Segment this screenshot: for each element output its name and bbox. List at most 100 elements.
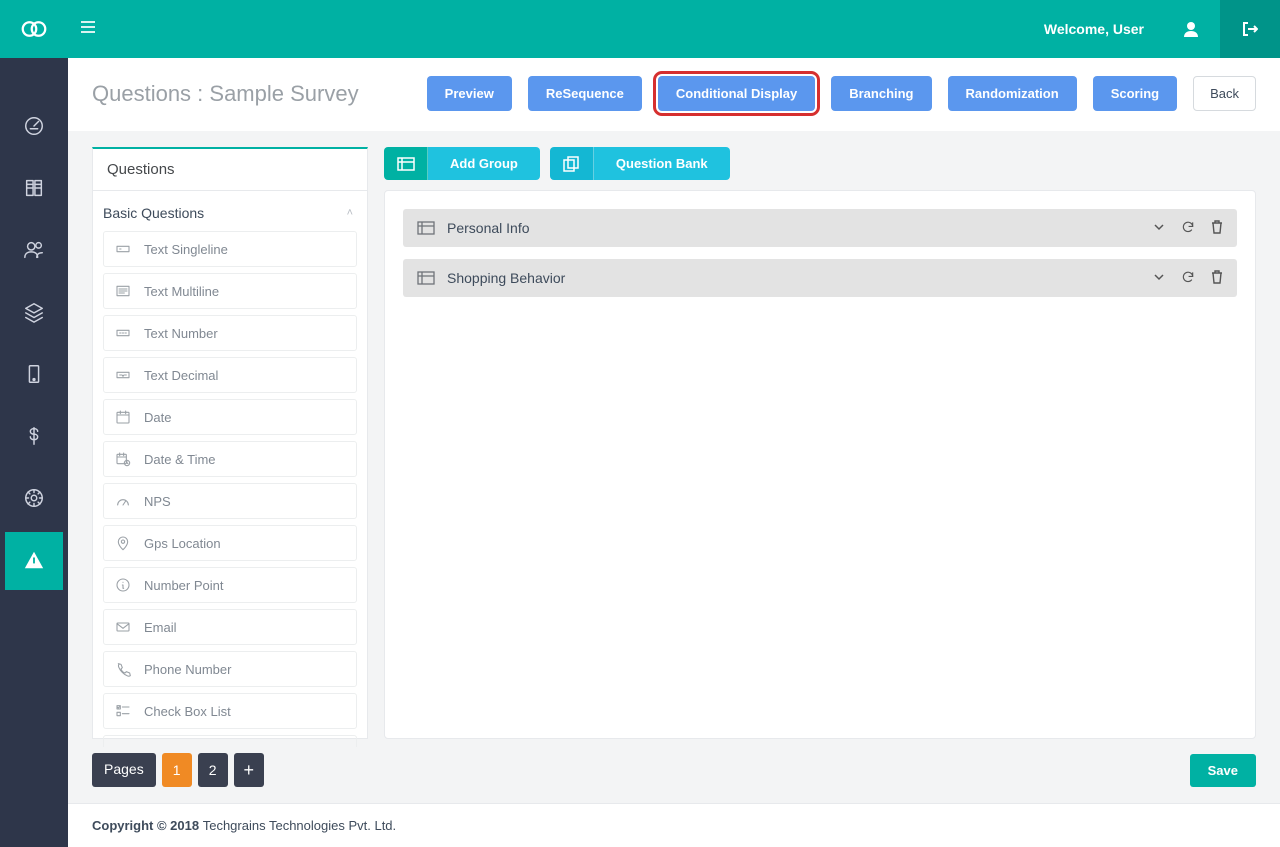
chevron-down-icon[interactable] [1153, 220, 1165, 236]
trash-icon[interactable] [1211, 220, 1223, 237]
paginator: Pages 12 + [92, 753, 264, 787]
question-type-item[interactable]: Text Decimal [103, 357, 357, 393]
question-type-item[interactable]: Text Multiline [103, 273, 357, 309]
chevron-down-icon[interactable] [1153, 270, 1165, 286]
group-icon [384, 147, 428, 180]
question-type-label: Email [144, 620, 177, 635]
question-type-label: Date [144, 410, 171, 425]
question-bank-button[interactable]: Question Bank [550, 147, 730, 180]
resequence-button[interactable]: ReSequence [528, 76, 642, 111]
top-bar: Welcome, User [0, 0, 1280, 58]
book-icon [23, 177, 45, 202]
question-types-panel: Questions Basic Questions ˄ Text Singlel… [92, 147, 368, 739]
question-type-item[interactable]: NPS [103, 483, 357, 519]
panel-title: Questions [93, 149, 367, 191]
question-type-item[interactable]: Number Point [103, 567, 357, 603]
support-nav-item[interactable] [5, 470, 63, 528]
group-label: Shopping Behavior [447, 270, 565, 286]
layers-icon [23, 301, 45, 326]
back-button[interactable]: Back [1193, 76, 1256, 111]
calendar-icon [114, 408, 132, 426]
location-pin-icon [114, 534, 132, 552]
page-button[interactable]: 1 [162, 753, 192, 787]
trash-icon[interactable] [1211, 270, 1223, 287]
dashboard-icon [23, 115, 45, 140]
question-type-label: Text Number [144, 326, 218, 341]
branching-button[interactable]: Branching [831, 76, 931, 111]
question-type-label: Phone Number [144, 662, 231, 677]
page-title-prefix: Questions : [92, 81, 209, 106]
checkbox-list-icon [114, 702, 132, 720]
dashboard-nav-item[interactable] [5, 98, 63, 156]
question-bank-label: Question Bank [594, 147, 730, 180]
text-number-icon [114, 324, 132, 342]
question-type-item[interactable]: Date & Time [103, 441, 357, 477]
menu-toggle-button[interactable] [68, 20, 108, 38]
scoring-button[interactable]: Scoring [1093, 76, 1177, 111]
workspace-toolbar: Add Group Question Bank [384, 147, 1256, 180]
question-type-label: Date & Time [144, 452, 216, 467]
page-button[interactable]: 2 [198, 753, 228, 787]
question-type-label: Check Box List [144, 704, 231, 719]
section-title-row[interactable]: Basic Questions ˄ [93, 191, 367, 231]
question-group-row[interactable]: Personal Info [403, 209, 1237, 247]
question-type-item[interactable]: Gps Location [103, 525, 357, 561]
question-type-item[interactable]: Check Box List [103, 693, 357, 729]
phone-icon [114, 660, 132, 678]
question-type-label: Gps Location [144, 536, 221, 551]
conditional-display-button[interactable]: Conditional Display [658, 76, 815, 111]
logout-button[interactable] [1220, 0, 1280, 58]
users-nav-item[interactable] [5, 222, 63, 280]
group-icon [417, 219, 435, 237]
alert-icon [23, 549, 45, 574]
left-nav [0, 58, 68, 847]
randomization-button[interactable]: Randomization [948, 76, 1077, 111]
copy-icon [550, 147, 594, 180]
question-group-row[interactable]: Shopping Behavior [403, 259, 1237, 297]
page-title-subject: Sample Survey [209, 81, 358, 106]
question-type-item[interactable]: Text Singleline [103, 231, 357, 267]
dollar-nav-item[interactable] [5, 408, 63, 466]
welcome-text: Welcome, User [1026, 0, 1162, 58]
text-multiline-icon [114, 282, 132, 300]
preview-button[interactable]: Preview [427, 76, 512, 111]
users-icon [23, 239, 45, 264]
question-type-item[interactable]: Check Box List With Other [103, 735, 357, 747]
text-decimal-icon [114, 366, 132, 384]
logo-icon [19, 14, 49, 44]
add-page-button[interactable]: + [234, 753, 264, 787]
add-group-button[interactable]: Add Group [384, 147, 540, 180]
footer-company: Techgrains Technologies Pvt. Ltd. [203, 818, 396, 833]
support-icon [23, 487, 45, 512]
question-type-label: NPS [144, 494, 171, 509]
groups-canvas: Personal Info Shopping Behavior [384, 190, 1256, 739]
tablet-nav-item[interactable] [5, 346, 63, 404]
chevron-up-icon: ˄ [347, 207, 353, 219]
footer-copyright-prefix: Copyright © 2018 [92, 818, 203, 833]
calendar-clock-icon [114, 450, 132, 468]
refresh-icon[interactable] [1181, 270, 1195, 287]
layers-nav-item[interactable] [5, 284, 63, 342]
question-type-item[interactable]: Email [103, 609, 357, 645]
group-label: Personal Info [447, 220, 530, 236]
question-type-label: Text Multiline [144, 284, 219, 299]
tablet-icon [23, 363, 45, 388]
page-header: Questions : Sample Survey Preview ReSequ… [68, 58, 1280, 131]
book-nav-item[interactable] [5, 160, 63, 218]
gauge-icon [114, 492, 132, 510]
alert-nav-item[interactable] [5, 532, 63, 590]
add-group-label: Add Group [428, 147, 540, 180]
question-type-item[interactable]: Phone Number [103, 651, 357, 687]
question-type-item[interactable]: Text Number [103, 315, 357, 351]
pages-label: Pages [92, 753, 156, 787]
user-profile-button[interactable] [1162, 0, 1220, 58]
envelope-icon [114, 618, 132, 636]
question-type-label: Text Singleline [144, 242, 228, 257]
question-type-item[interactable]: Date [103, 399, 357, 435]
page-title: Questions : Sample Survey [92, 81, 359, 107]
question-type-label: Number Point [144, 578, 223, 593]
refresh-icon[interactable] [1181, 220, 1195, 237]
save-button[interactable]: Save [1190, 754, 1256, 787]
logo [0, 0, 68, 58]
section-title-label: Basic Questions [103, 205, 204, 221]
